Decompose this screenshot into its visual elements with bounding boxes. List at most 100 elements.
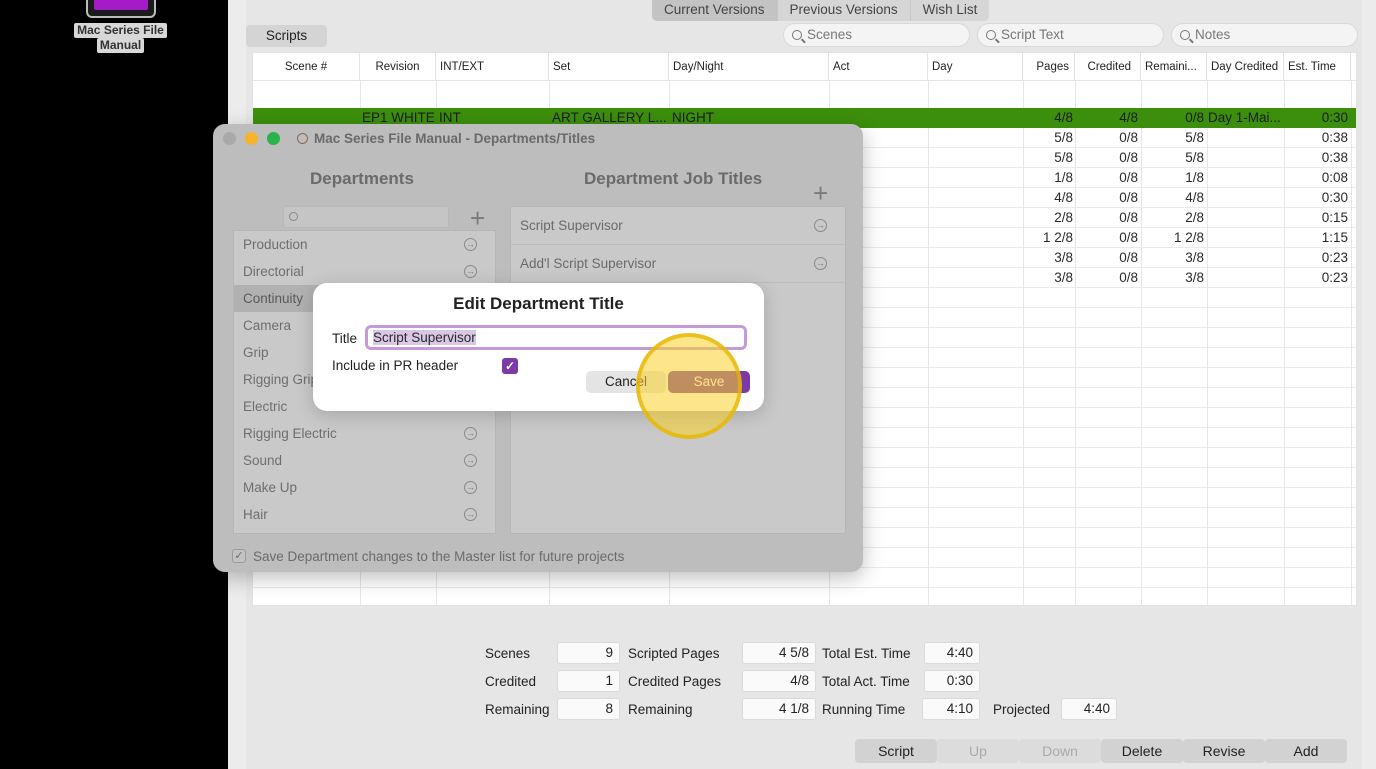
include-pr-header-label: Include in PR header (332, 358, 459, 373)
cell-pages: 4/8 (1054, 110, 1073, 125)
title-field-label: Title (332, 331, 358, 346)
scripted-pages-label: Scripted Pages (628, 646, 720, 661)
cell-remaining: 2/8 (1185, 210, 1204, 225)
cell-pages: 2/8 (1054, 210, 1073, 225)
script-text-search[interactable]: Script Text (977, 23, 1164, 47)
cell-credited: 0/8 (1119, 150, 1138, 165)
save-button[interactable]: Save (668, 371, 750, 393)
cell-credited: 0/8 (1119, 130, 1138, 145)
department-item[interactable]: Directorial → (234, 258, 495, 285)
cell-remaining: 3/8 (1185, 270, 1204, 285)
cell-est-time: 0:15 (1321, 210, 1348, 225)
view-segmented-control: Current Versions Previous Versions Wish … (652, 0, 990, 21)
minimize-window-button[interactable] (245, 132, 258, 145)
col-scene[interactable]: Scene # (253, 53, 360, 81)
department-label: Production (243, 237, 308, 252)
tab-wish-list[interactable]: Wish List (909, 0, 990, 21)
delete-button[interactable]: Delete (1101, 739, 1183, 763)
total-act-label: Total Act. Time (822, 674, 910, 689)
desktop-icon-label[interactable]: Mac Series File Manual (68, 23, 173, 53)
department-item[interactable]: Sound → (234, 447, 495, 474)
col-day[interactable]: Day (928, 53, 1023, 81)
col-remaining[interactable]: Remaini... (1141, 53, 1207, 81)
close-window-button[interactable] (223, 132, 236, 145)
scenes-search-placeholder: Scenes (807, 27, 853, 42)
total-act-value: 0:30 (924, 670, 980, 692)
job-title-item[interactable]: Script Supervisor → (511, 207, 845, 245)
add-department-icon[interactable]: + (470, 205, 485, 231)
add-button[interactable]: Add (1265, 739, 1347, 763)
job-title-item[interactable]: Add'l Script Supervisor → (511, 245, 845, 283)
desktop-icon-label-line1: Mac Series File (74, 23, 167, 38)
credited-stat-value: 1 (557, 670, 620, 692)
arrow-right-icon[interactable]: → (814, 257, 827, 270)
save-to-master-label: Save Department changes to the Master li… (253, 549, 625, 564)
department-label: Make Up (243, 480, 298, 495)
cell-pages: 1/8 (1054, 170, 1073, 185)
tab-current-versions[interactable]: Current Versions (652, 0, 777, 21)
save-to-master-checkbox[interactable]: ✓ (232, 549, 246, 563)
arrow-right-icon[interactable]: → (464, 454, 477, 467)
arrow-right-icon[interactable]: → (814, 219, 827, 232)
include-pr-header-checkbox[interactable]: ✓ (502, 358, 518, 374)
arrow-right-icon[interactable]: → (464, 481, 477, 494)
search-icon (792, 30, 802, 40)
scenes-search[interactable]: Scenes (783, 23, 970, 47)
department-item[interactable]: Make Up → (234, 474, 495, 501)
dialog-heading: Edit Department Title (453, 294, 624, 313)
department-item[interactable]: Rigging Electric → (234, 420, 495, 447)
script-button[interactable]: Script (855, 739, 937, 763)
scripted-pages-value: 4 5/8 (742, 642, 816, 664)
cancel-button[interactable]: Cancel (586, 371, 666, 393)
cell-remaining: 5/8 (1185, 150, 1204, 165)
down-button[interactable]: Down (1019, 739, 1101, 763)
cell-remaining: 4/8 (1185, 190, 1204, 205)
cell-credited: 0/8 (1119, 250, 1138, 265)
col-est-time[interactable]: Est. Time (1284, 53, 1351, 81)
cell-est-time: 0:30 (1321, 110, 1348, 125)
department-item[interactable]: Hair → (234, 501, 495, 528)
col-pages[interactable]: Pages (1023, 53, 1075, 81)
app-desktop-icon[interactable] (86, 0, 156, 18)
col-credited[interactable]: Credited (1075, 53, 1141, 81)
cell-pages: 3/8 (1054, 270, 1073, 285)
col-day-night[interactable]: Day/Night (669, 53, 829, 81)
edit-department-title-dialog: Edit Department Title Title Script Super… (313, 283, 764, 411)
col-set[interactable]: Set (549, 53, 669, 81)
department-label: Electric (243, 399, 288, 414)
departments-search[interactable] (283, 206, 449, 228)
arrow-right-icon[interactable]: → (464, 238, 477, 251)
department-item[interactable]: Production → (234, 231, 495, 258)
department-label: Grip (243, 345, 269, 360)
scripts-button[interactable]: Scripts (246, 25, 327, 47)
up-button[interactable]: Up (937, 739, 1019, 763)
arrow-right-icon[interactable]: → (464, 427, 477, 440)
notes-search[interactable]: Notes (1171, 23, 1358, 47)
cell-est-time: 0:08 (1321, 170, 1348, 185)
notes-search-placeholder: Notes (1195, 27, 1231, 42)
departments-heading: Departments (310, 169, 414, 188)
col-day-credited[interactable]: Day Credited (1207, 53, 1284, 81)
col-act[interactable]: Act (829, 53, 928, 81)
projected-label: Projected (993, 702, 1051, 717)
title-field[interactable]: Script Supervisor (365, 325, 747, 350)
cell-credited: 0/8 (1119, 270, 1138, 285)
tab-previous-versions[interactable]: Previous Versions (776, 0, 910, 21)
arrow-right-icon[interactable]: → (464, 508, 477, 521)
cell-pages: 5/8 (1054, 130, 1073, 145)
zoom-window-button[interactable] (267, 132, 280, 145)
col-int-ext[interactable]: INT/EXT (436, 53, 549, 81)
cell-remaining: 1/8 (1185, 170, 1204, 185)
add-job-title-icon[interactable]: + (813, 180, 828, 206)
title-field-value: Script Supervisor (373, 330, 476, 345)
clock-icon (297, 133, 308, 144)
arrow-right-icon[interactable]: → (464, 265, 477, 278)
cell-pages: 5/8 (1054, 150, 1073, 165)
remaining-pages-label: Remaining (628, 702, 693, 717)
cell-est-time: 0:38 (1321, 130, 1348, 145)
revise-button[interactable]: Revise (1183, 739, 1265, 763)
cell-credited: 4/8 (1119, 110, 1138, 125)
department-label: Rigging Electric (243, 426, 337, 441)
col-revision[interactable]: Revision (360, 53, 436, 81)
cell-day-credited: Day 1-Mai... (1208, 110, 1281, 125)
